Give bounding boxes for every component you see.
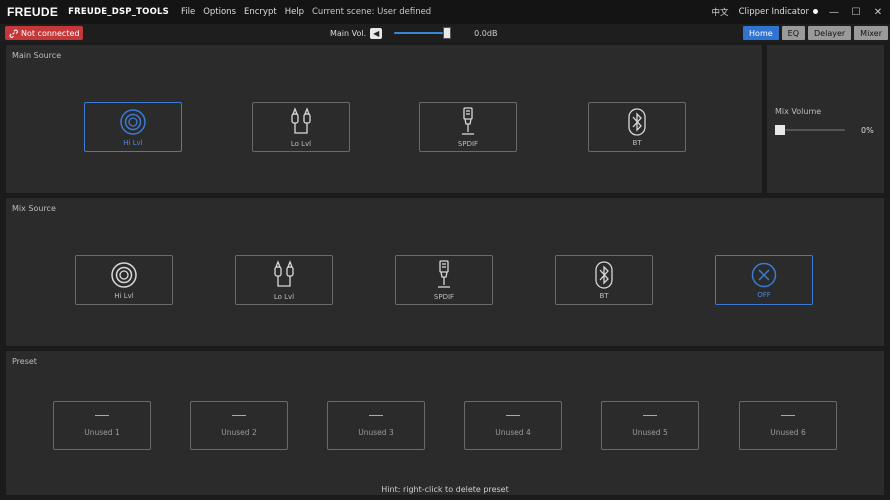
preset-slot-label: Unused 3 xyxy=(358,427,394,437)
hi-level-icon xyxy=(111,261,137,288)
connection-status-label: Not connected xyxy=(21,28,80,38)
spdif-icon xyxy=(438,259,450,288)
preset-hint: Hint: right-click to delete preset xyxy=(381,485,509,494)
preset-slot-3[interactable]: Unused 3 xyxy=(327,401,425,450)
main-source-bt-label: BT xyxy=(632,138,642,147)
main-source-lo-level-label: Lo Lvl xyxy=(290,139,312,148)
mix-source-bt-button[interactable]: BT xyxy=(555,255,653,305)
maximize-button[interactable]: ☐ xyxy=(850,7,862,18)
preset-title: Preset xyxy=(12,357,37,366)
disconnected-link-icon xyxy=(9,29,18,38)
mix-source-hi-level-button[interactable]: Hi Lvl xyxy=(75,255,173,305)
mix-volume-slider[interactable] xyxy=(775,125,845,135)
menu-bar: File Options Encrypt Help xyxy=(181,7,304,17)
bluetooth-icon xyxy=(595,260,613,289)
mix-source-off-button[interactable]: OFF xyxy=(715,255,813,305)
mix-source-panel: Mix Source Hi Lvl Lo Lvl SPDIF BT OFF xyxy=(5,197,885,347)
empty-preset-dash-icon xyxy=(781,414,795,416)
empty-preset-dash-icon xyxy=(506,414,520,416)
mix-source-hi-level-label: Hi Lvl xyxy=(114,291,134,300)
minimize-button[interactable]: — xyxy=(828,7,840,18)
brand-logo: FREUDE xyxy=(7,5,59,19)
preset-slot-label: Unused 1 xyxy=(84,427,120,437)
menu-help[interactable]: Help xyxy=(285,7,304,17)
main-source-bt-button[interactable]: BT xyxy=(588,102,686,152)
app-name: FREUDE_DSP_TOOLS xyxy=(68,7,169,17)
mix-volume-panel: Mix Volume 0% xyxy=(766,44,885,194)
connection-status[interactable]: Not connected xyxy=(5,26,83,40)
main-source-spdif-button[interactable]: SPDIF xyxy=(419,102,517,152)
rca-icon xyxy=(274,259,294,287)
preset-slot-label: Unused 6 xyxy=(770,427,806,437)
main-source-lo-level-button[interactable]: Lo Lvl xyxy=(252,102,350,152)
main-volume-label: Main Vol. xyxy=(330,28,367,38)
rca-icon xyxy=(291,106,311,134)
menu-encrypt[interactable]: Encrypt xyxy=(244,7,277,17)
main-volume-thumb[interactable] xyxy=(443,27,452,39)
preset-slot-label: Unused 2 xyxy=(221,427,257,437)
tab-delayer[interactable]: Delayer xyxy=(808,26,852,40)
preset-slot-5[interactable]: Unused 5 xyxy=(601,401,699,450)
speaker-icon[interactable]: ◀ xyxy=(370,27,383,39)
menu-file[interactable]: File xyxy=(181,7,195,17)
title-bar: FREUDE FREUDE_DSP_TOOLS File Options Enc… xyxy=(0,0,890,24)
mix-source-lo-level-label: Lo Lvl xyxy=(273,292,295,301)
mix-source-spdif-label: SPDIF xyxy=(433,292,455,301)
clipper-indicator-label: Clipper Indicator xyxy=(738,7,809,17)
main-source-hi-level-button[interactable]: Hi Lvl xyxy=(84,102,182,152)
nav-tabs: Home EQ Delayer Mixer xyxy=(743,26,888,40)
off-icon xyxy=(751,262,777,287)
main-source-spdif-label: SPDIF xyxy=(457,139,479,148)
language-toggle[interactable]: 中文 xyxy=(712,6,729,18)
clipper-indicator: Clipper Indicator xyxy=(739,7,818,17)
preset-slot-6[interactable]: Unused 6 xyxy=(739,401,837,450)
tab-home[interactable]: Home xyxy=(743,26,779,40)
mix-source-spdif-button[interactable]: SPDIF xyxy=(395,255,493,305)
main-source-title: Main Source xyxy=(12,51,62,60)
preset-slot-2[interactable]: Unused 2 xyxy=(190,401,288,450)
empty-preset-dash-icon xyxy=(232,414,246,416)
preset-slot-4[interactable]: Unused 4 xyxy=(464,401,562,450)
menu-options[interactable]: Options xyxy=(203,7,236,17)
mix-source-lo-level-button[interactable]: Lo Lvl xyxy=(235,255,333,305)
close-button[interactable]: ✕ xyxy=(872,7,884,18)
mix-volume-value: 0% xyxy=(861,126,874,135)
main-source-hi-level-label: Hi Lvl xyxy=(123,138,143,147)
mix-volume-label: Mix Volume xyxy=(775,107,822,116)
mix-volume-thumb[interactable] xyxy=(775,125,785,135)
empty-preset-dash-icon xyxy=(643,414,657,416)
spdif-icon xyxy=(462,106,474,135)
mix-volume-track xyxy=(785,129,845,131)
tab-mixer[interactable]: Mixer xyxy=(854,26,888,40)
main-volume-track xyxy=(394,32,444,34)
clipper-dot-icon xyxy=(813,9,818,14)
mix-source-title: Mix Source xyxy=(12,204,56,213)
main-volume-value: 0.0dB xyxy=(474,28,498,38)
tab-eq[interactable]: EQ xyxy=(781,26,806,40)
main-volume-slider[interactable] xyxy=(394,27,456,39)
preset-slot-1[interactable]: Unused 1 xyxy=(53,401,151,450)
current-scene: Current scene: User defined xyxy=(312,7,432,17)
main-volume: Main Vol. ◀ 0.0dB xyxy=(330,26,497,40)
bluetooth-icon xyxy=(628,107,646,136)
main-source-panel: Main Source Hi Lvl Lo Lvl SPDIF BT xyxy=(5,44,763,194)
empty-preset-dash-icon xyxy=(95,414,109,416)
preset-panel: Preset Unused 1 Unused 2 Unused 3 Unused… xyxy=(5,350,885,496)
empty-preset-dash-icon xyxy=(369,414,383,416)
preset-slot-label: Unused 5 xyxy=(632,427,668,437)
mix-source-off-label: OFF xyxy=(757,290,771,299)
mix-source-bt-label: BT xyxy=(599,291,609,300)
preset-slot-label: Unused 4 xyxy=(495,427,531,437)
toolbar: Not connected Main Vol. ◀ 0.0dB Home EQ … xyxy=(0,24,890,42)
hi-level-icon xyxy=(120,108,146,135)
